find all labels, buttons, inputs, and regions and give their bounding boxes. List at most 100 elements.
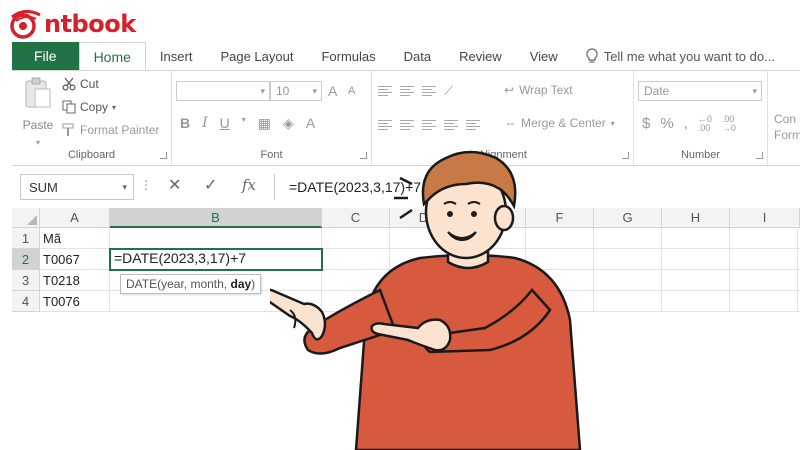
row-header-1[interactable]: 1 (12, 228, 40, 249)
merge-chevron-icon[interactable]: ▾ (611, 119, 615, 128)
cell-a1[interactable]: Mã (40, 228, 110, 249)
brand-logo: ntbook (8, 6, 136, 42)
name-box-value: SUM (29, 179, 58, 195)
tab-home[interactable]: Home (78, 42, 146, 70)
format-painter-icon (62, 123, 74, 136)
increase-indent-icon[interactable] (466, 119, 480, 131)
cell-a2[interactable]: T0067 (40, 249, 110, 270)
column-header-i[interactable]: I (730, 208, 800, 228)
formula-bar-grip-icon[interactable]: ⋮ (140, 178, 152, 192)
decrease-decimal-icon[interactable]: .00 →0 (722, 115, 736, 133)
logo-text: ntbook (44, 10, 136, 38)
shirt (354, 253, 582, 450)
merge-center-label: Merge & Center (521, 116, 606, 130)
column-header-h[interactable]: H (662, 208, 730, 228)
surprise-marks-icon (394, 176, 413, 220)
shrink-font-icon[interactable]: A (348, 85, 355, 97)
align-middle-icon[interactable] (400, 85, 414, 97)
wrap-text-icon: ↩ (504, 83, 515, 97)
eye-left (447, 211, 453, 217)
tab-view[interactable]: View (516, 42, 572, 70)
paste-icon (25, 77, 51, 108)
horizontal-align-row (378, 119, 480, 131)
scissors-icon (62, 77, 76, 91)
lightbulb-icon (586, 48, 598, 63)
number-format-chevron-icon: ▾ (752, 86, 757, 96)
row-header-4[interactable]: 4 (12, 291, 40, 312)
copy-dropdown-icon[interactable]: ▾ (112, 103, 116, 112)
font-size-dropdown[interactable]: 10 ▾ (270, 81, 322, 101)
bold-button[interactable]: B (180, 115, 190, 132)
copy-button[interactable]: Copy ▾ (62, 100, 116, 114)
vertical-align-row: ⟋ (378, 84, 453, 97)
underline-chevron-icon[interactable]: ▾ (242, 115, 246, 132)
paste-button[interactable]: Paste ▾ (20, 77, 56, 150)
align-right-icon[interactable] (422, 119, 436, 131)
illustration-stroke (399, 176, 413, 186)
align-top-icon[interactable] (378, 85, 392, 97)
fill-color-icon[interactable]: ◈ (283, 115, 294, 132)
name-box-chevron-icon[interactable]: ▾ (122, 182, 127, 193)
borders-icon[interactable]: ▦ (258, 115, 271, 132)
cut-label: Cut (80, 77, 99, 91)
cancel-icon[interactable]: ✕ (168, 175, 181, 195)
tab-page-layout[interactable]: Page Layout (206, 42, 307, 70)
align-left-icon[interactable] (378, 119, 392, 131)
italic-button[interactable]: I (202, 115, 208, 132)
character-illustration (270, 150, 582, 450)
select-all-corner[interactable] (12, 208, 40, 228)
tab-formulas[interactable]: Formulas (307, 42, 389, 70)
decrease-indent-icon[interactable] (444, 119, 458, 131)
number-format-row: $ % , ←0.00 .00 →0 (642, 115, 736, 133)
paste-label: Paste (22, 118, 54, 132)
align-center-icon[interactable] (400, 119, 414, 131)
group-number: Date ▾ $ % , ←0.00 .00 →0 Number (634, 71, 768, 165)
column-header-a[interactable]: A (40, 208, 110, 228)
ribbon-tab-bar: File Home Insert Page Layout Formulas Da… (12, 42, 800, 70)
cut-button[interactable]: Cut (62, 77, 99, 91)
number-format-value: Date (644, 84, 670, 98)
cell-a3[interactable]: T0218 (40, 270, 110, 291)
enter-check-icon[interactable]: ✓ (204, 175, 217, 195)
format-painter-button[interactable]: Format Painter (62, 123, 159, 137)
row-header-2[interactable]: 2 (12, 249, 40, 270)
copy-icon (62, 100, 76, 114)
font-name-chevron-icon: ▾ (260, 86, 265, 96)
increase-decimal-icon[interactable]: ←0.00 (698, 115, 712, 133)
font-size-value: 10 (276, 84, 290, 98)
grow-font-icon[interactable]: A (328, 83, 337, 99)
align-bottom-icon[interactable] (422, 85, 436, 97)
orientation-icon[interactable]: ⟋ (444, 84, 453, 97)
number-launcher-icon[interactable] (756, 152, 763, 159)
tell-me-box[interactable]: Tell me what you want to do... (572, 42, 789, 70)
wrap-text-label: Wrap Text (519, 83, 573, 97)
conditional-formatting-button[interactable]: Con Form (774, 111, 800, 143)
font-size-chevron-icon: ▾ (312, 86, 317, 96)
illustration-stroke (399, 208, 413, 220)
font-name-dropdown[interactable]: ▾ (176, 81, 270, 101)
row-header-3[interactable]: 3 (12, 270, 40, 291)
number-group-label: Number (680, 149, 721, 161)
conditional-formatting-label-2: Form (774, 128, 800, 142)
tab-file[interactable]: File (12, 42, 79, 70)
font-color-button[interactable]: A (306, 115, 315, 132)
wrap-text-button[interactable]: ↩ Wrap Text (504, 83, 573, 97)
cell-a4[interactable]: T0076 (40, 291, 110, 312)
name-box[interactable]: SUM ▾ (20, 174, 134, 200)
tab-data[interactable]: Data (390, 42, 445, 70)
paste-dropdown-icon[interactable]: ▾ (36, 138, 40, 147)
number-format-dropdown[interactable]: Date ▾ (638, 81, 762, 101)
merge-center-icon: ⇔ (504, 116, 516, 130)
currency-button[interactable]: $ (642, 115, 650, 133)
ear (493, 204, 515, 232)
left-pointing-hand (270, 288, 327, 341)
merge-center-button[interactable]: ⇔ Merge & Center ▾ (504, 116, 615, 130)
clipboard-launcher-icon[interactable] (160, 152, 167, 159)
tab-review[interactable]: Review (445, 42, 516, 70)
group-clipboard: Paste ▾ Cut Copy ▾ Format Painter Clipbo… (12, 71, 172, 165)
insert-function-icon[interactable]: fx (242, 176, 256, 194)
comma-button[interactable]: , (684, 115, 688, 133)
percent-button[interactable]: % (660, 115, 673, 133)
underline-button[interactable]: U (220, 115, 230, 132)
tab-insert[interactable]: Insert (146, 42, 207, 70)
